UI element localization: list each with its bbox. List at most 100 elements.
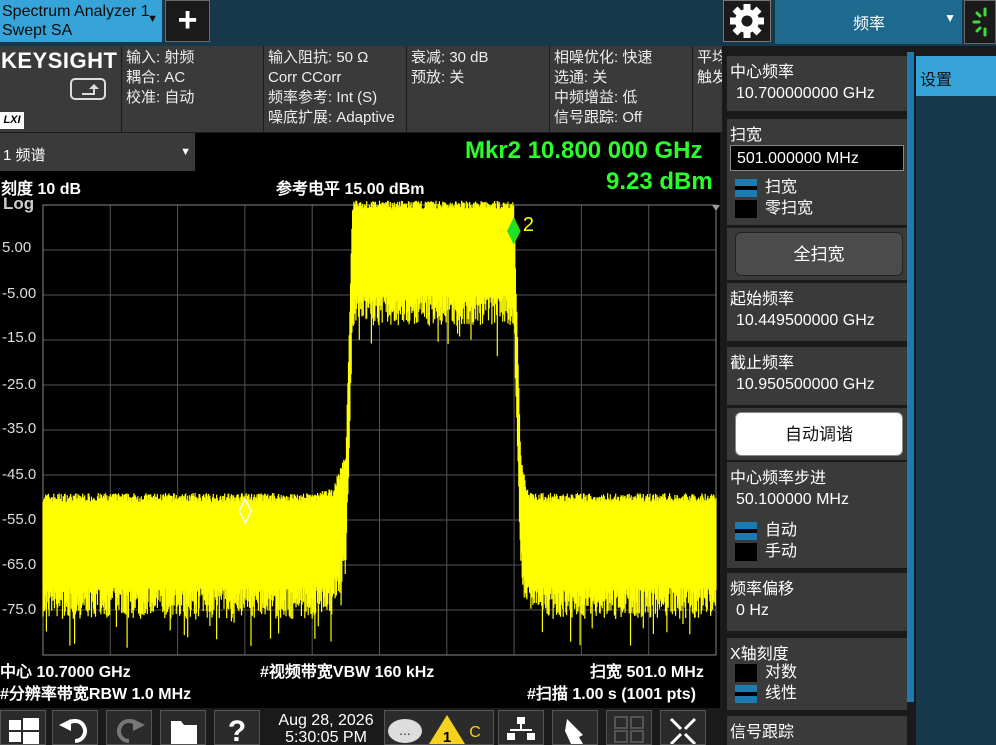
xscale-option-log[interactable]: 对数 xyxy=(735,663,797,683)
info-trigger: 触发 xyxy=(697,69,722,86)
info-pno: 相噪优化: 快速 xyxy=(554,49,653,66)
info-average: 平均 xyxy=(697,49,722,66)
freq-offset-group[interactable]: 频率偏移 0 Hz xyxy=(727,573,907,631)
expand-icon xyxy=(669,717,697,745)
span-option-swept[interactable]: 扫宽 xyxy=(735,178,797,198)
grid-view-icon xyxy=(614,716,644,743)
menu-dropdown[interactable]: 频率 ▼ xyxy=(775,0,962,44)
fullscreen-button[interactable] xyxy=(660,710,706,745)
attenuation-info[interactable]: 衰减: 30 dB 预放: 关 xyxy=(406,46,549,132)
brand-area: KEYSIGHT LXI xyxy=(0,46,121,132)
info-coupling: 耦合: AC xyxy=(126,69,186,86)
warning-letter: C xyxy=(469,724,481,741)
trace-selector[interactable]: 1 频谱 ▼ xyxy=(0,133,195,171)
center-freq-field[interactable]: 10.700000000 GHz xyxy=(730,81,904,107)
touch-button[interactable] xyxy=(552,710,598,745)
freq-step-field[interactable]: 50.100000 MHz xyxy=(730,487,904,513)
tab-settings[interactable]: 设置 xyxy=(916,56,996,96)
file-button[interactable] xyxy=(160,710,206,745)
undo-button[interactable] xyxy=(52,710,98,745)
windows-start-button[interactable] xyxy=(0,710,46,745)
info-impedance: 输入阻抗: 50 Ω xyxy=(268,49,369,66)
auto-tune-button[interactable]: 自动调谐 xyxy=(735,412,903,456)
start-freq-label: 起始频率 xyxy=(730,291,795,308)
help-icon: ? xyxy=(228,715,246,745)
y-tick-label: -25.0 xyxy=(2,376,37,393)
warning-count: 1 xyxy=(443,729,451,744)
x-axis-scale-group[interactable]: X轴刻度 对数 线性 xyxy=(727,638,907,710)
freq-offset-field[interactable]: 0 Hz xyxy=(730,598,904,624)
y-tick-label: 5.00 xyxy=(2,239,32,256)
y-tick-label: -75.0 xyxy=(2,601,37,618)
stop-freq-group[interactable]: 截止频率 10.950500000 GHz xyxy=(727,347,907,405)
info-if-gain: 中频增益: 低 xyxy=(554,89,638,106)
span-group[interactable]: 扫宽 501.000000 MHz 扫宽 零扫宽 xyxy=(727,119,907,225)
x-axis-scale-label: X轴刻度 xyxy=(730,646,789,663)
info-corr: Corr CCorr xyxy=(268,69,342,86)
analyzer-tab[interactable]: Spectrum Analyzer 1 Swept SA ▼ xyxy=(0,0,162,42)
multi-view-button[interactable] xyxy=(606,710,652,745)
settings-gear-button[interactable] xyxy=(723,0,771,42)
io-icon xyxy=(70,78,106,100)
start-freq-group[interactable]: 起始频率 10.449500000 GHz xyxy=(727,283,907,341)
freq-offset-label: 频率偏移 xyxy=(730,581,795,598)
toggle-off-icon xyxy=(735,663,757,682)
status-info-bar: KEYSIGHT LXI 输入: 射频 耦合: AC 校准: 自动 输入阻抗: … xyxy=(0,46,722,132)
stop-freq-label: 截止频率 xyxy=(730,355,795,372)
marker-readout-freq: Mkr2 10.800 000 GHz xyxy=(465,137,703,164)
clock[interactable]: Aug 28, 2026 5:30:05 PM xyxy=(268,712,384,745)
span-option-zero[interactable]: 零扫宽 xyxy=(735,199,813,219)
measurement-screen[interactable]: 12 xyxy=(0,133,720,708)
clock-date: Aug 28, 2026 xyxy=(278,712,374,729)
info-preamp: 预放: 关 xyxy=(411,69,465,86)
stop-freq-field[interactable]: 10.950500000 GHz xyxy=(730,372,904,398)
info-align: 校准: 自动 xyxy=(126,89,195,106)
menu-tabs-area xyxy=(916,96,996,745)
busy-indicator[interactable] xyxy=(964,0,996,44)
xscale-option-linear-label: 线性 xyxy=(765,685,798,702)
sweep-time-annotation[interactable]: #扫描 1.00 s (1001 pts) xyxy=(527,680,696,704)
impedance-info[interactable]: 输入阻抗: 50 Ω Corr CCorr 频率参考: Int (S) 噪底扩展… xyxy=(263,46,406,132)
toggle-off-icon xyxy=(735,199,757,218)
full-span-button[interactable]: 全扫宽 xyxy=(735,232,903,276)
signal-track-group[interactable]: 信号跟踪 xyxy=(727,716,907,745)
center-freq-label: 中心频率 xyxy=(730,64,795,81)
marker-number-label: 2 xyxy=(523,214,534,236)
freq-step-label: 中心频率步进 xyxy=(730,470,827,487)
span-option-swept-label: 扫宽 xyxy=(765,179,798,196)
hierarchy-icon xyxy=(507,717,535,740)
trigger-info[interactable]: 平均 触发 xyxy=(692,46,722,132)
step-option-manual[interactable]: 手动 xyxy=(735,542,797,562)
center-freq-annotation[interactable]: 中心 10.7000 GHz xyxy=(0,658,131,682)
info-atten: 衰减: 30 dB xyxy=(411,49,489,66)
undo-icon xyxy=(59,719,87,743)
vbw-annotation[interactable]: #视频带宽VBW 160 kHz xyxy=(260,658,434,682)
input-info[interactable]: 输入: 射频 耦合: AC 校准: 自动 xyxy=(121,46,263,132)
layout-button[interactable] xyxy=(498,710,544,745)
messages-button[interactable]: ... 1 C xyxy=(384,710,494,745)
y-tick-label: -35.0 xyxy=(2,420,37,437)
spectrum-plot[interactable]: 12 xyxy=(0,133,720,708)
span-label: 扫宽 xyxy=(730,127,763,144)
help-button[interactable]: ? xyxy=(214,710,260,745)
phase-noise-info[interactable]: 相噪优化: 快速 选通: 关 中频增益: 低 信号跟踪: Off xyxy=(549,46,692,132)
redo-button[interactable] xyxy=(106,710,152,745)
step-option-auto[interactable]: 自动 xyxy=(735,521,797,541)
toggle-on-icon xyxy=(735,684,757,703)
span-field[interactable]: 501.000000 MHz xyxy=(730,145,904,171)
span-annotation[interactable]: 扫宽 501.0 MHz xyxy=(590,658,704,682)
toggle-off-icon xyxy=(735,542,757,561)
info-nfe: 噪底扩展: Adaptive xyxy=(268,109,395,126)
xscale-option-linear[interactable]: 线性 xyxy=(735,684,797,704)
start-freq-field[interactable]: 10.449500000 GHz xyxy=(730,308,904,334)
center-freq-group[interactable]: 中心频率 10.700000000 GHz xyxy=(727,56,907,111)
rbw-annotation[interactable]: #分辨率带宽RBW 1.0 MHz xyxy=(0,680,191,704)
touch-icon xyxy=(565,719,583,744)
freq-step-group[interactable]: 中心频率步进 50.100000 MHz 自动 手动 xyxy=(727,462,907,568)
ref-level-label[interactable]: 参考电平 15.00 dBm xyxy=(276,175,425,199)
y-tick-label: -15.0 xyxy=(2,329,37,346)
panel-scrollbar[interactable] xyxy=(907,52,914,702)
span-option-zero-label: 零扫宽 xyxy=(765,200,814,217)
info-sig-track: 信号跟踪: Off xyxy=(554,109,643,126)
add-screen-button[interactable]: + xyxy=(165,0,210,42)
